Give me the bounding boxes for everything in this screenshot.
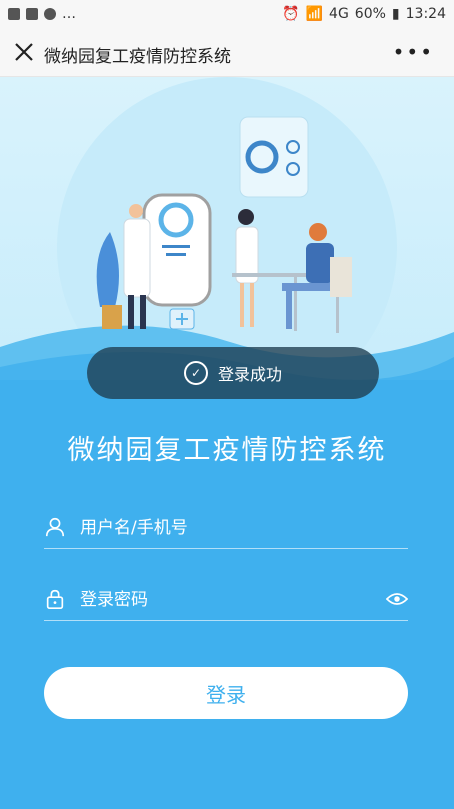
login-success-toast: ✓ 登录成功 xyxy=(87,347,379,399)
password-input[interactable] xyxy=(78,586,382,614)
eye-icon[interactable] xyxy=(386,590,408,608)
toast-text: 登录成功 xyxy=(217,365,282,384)
username-input[interactable] xyxy=(78,514,382,542)
battery-icon: ▮ xyxy=(391,6,400,22)
more-options-icon[interactable]: ••• xyxy=(393,40,434,64)
username-field xyxy=(44,510,408,549)
more-notifications-icon: … xyxy=(62,6,76,22)
nav-title: 微纳园复工疫情防控系统 xyxy=(44,47,231,67)
status-right: ⏰ 📶 4G 60% ▮ 13:24 xyxy=(282,6,446,22)
check-circle-icon: ✓ xyxy=(183,361,208,385)
login-button[interactable]: 登录 xyxy=(44,667,408,719)
nav-bar: 微纳园复工疫情防控系统 ••• xyxy=(0,30,454,77)
alarm-icon: ⏰ xyxy=(282,6,300,22)
wifi-icon: 📶 xyxy=(305,6,324,22)
image-icon xyxy=(8,8,20,20)
time-text: 13:24 xyxy=(405,6,446,22)
app-title: 微纳园复工疫情防控系统 xyxy=(67,435,387,466)
password-field xyxy=(44,582,408,621)
status-bar: … ⏰ 📶 4G 60% ▮ 13:24 xyxy=(0,0,454,30)
status-left: … xyxy=(8,6,76,22)
battery-text: 60% xyxy=(354,6,386,22)
close-icon[interactable] xyxy=(12,40,36,64)
sync-icon xyxy=(44,8,56,20)
user-icon xyxy=(45,517,65,537)
network-label: 4G xyxy=(329,6,349,22)
folder-icon xyxy=(26,8,38,20)
lock-icon xyxy=(46,589,64,609)
